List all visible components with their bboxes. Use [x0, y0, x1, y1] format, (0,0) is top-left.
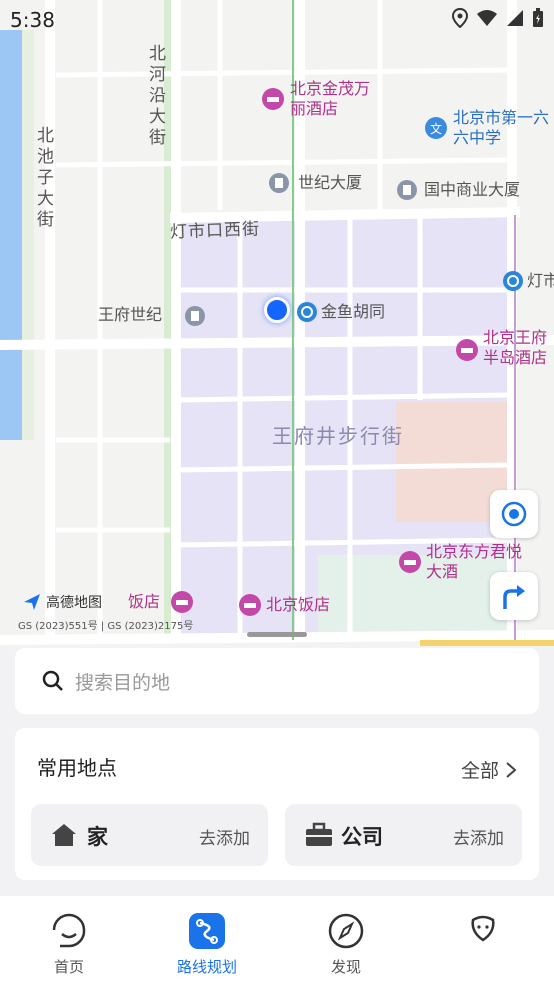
poi-label: 北京市第一六六中学: [453, 108, 550, 147]
tab-label: 发现: [330, 958, 361, 976]
map-copyright: GS (2023)551号 | GS (2023)2175号: [18, 621, 194, 632]
status-time: 5:38: [10, 8, 55, 32]
view-all-button[interactable]: 全部: [461, 756, 517, 783]
frequent-places-card: 常用地点 全部 家 去添加 公司 去添加: [15, 728, 539, 880]
status-bar: 5:38: [0, 0, 554, 40]
frequent-places-title: 常用地点: [37, 756, 117, 780]
hotel-pin-icon: [171, 591, 193, 613]
hotel-pin-icon: [239, 594, 261, 616]
poi-label: 世纪大厦: [298, 173, 363, 192]
subway-pin-icon: [297, 302, 317, 322]
view-all-label: 全部: [460, 760, 499, 782]
sheet-drag-handle[interactable]: [247, 632, 307, 637]
subway-pin-icon: [503, 271, 523, 291]
company-shortcut[interactable]: 公司 去添加: [285, 804, 522, 866]
logo-text: 高德地图: [46, 595, 102, 611]
locate-icon: [501, 501, 527, 527]
status-icons: [452, 8, 544, 28]
home-shortcut[interactable]: 家 去添加: [31, 804, 268, 866]
poi-label: 北京金茂万丽酒店: [290, 79, 371, 118]
search-placeholder: 搜索目的地: [75, 671, 171, 694]
tab-discover[interactable]: 发现: [291, 896, 401, 984]
tab-home[interactable]: 首页: [14, 896, 124, 984]
bottom-tab-bar: 首页 路线规划 发现: [0, 896, 554, 984]
home-label: 家: [87, 825, 108, 849]
street-label-beichizi: 北池子大街: [33, 126, 53, 231]
search-icon: [42, 670, 63, 691]
company-add-label: 去添加: [453, 829, 504, 849]
briefcase-icon: [306, 822, 332, 846]
home-smile-icon: [52, 913, 86, 948]
poi-label: 饭店: [128, 592, 161, 611]
company-label: 公司: [341, 825, 383, 849]
tab-profile[interactable]: [428, 896, 538, 984]
hotel-pin-icon: [399, 551, 421, 573]
poi-label: 灯市: [527, 271, 554, 290]
tab-label: 路线规划: [176, 958, 237, 976]
map-logo: 高德地图: [22, 592, 102, 612]
tab-route-planning[interactable]: 路线规划: [152, 896, 262, 984]
bottom-sheet: 搜索目的地 常用地点 全部 家 去添加 公司 去添加: [0, 648, 554, 896]
route-arrow-icon: [503, 585, 525, 609]
signal-icon: [507, 10, 523, 26]
building-pin-icon: [185, 306, 205, 326]
street-label-beiheyan: 北河沿大街: [145, 44, 165, 149]
district-label: 王府井步行街: [272, 424, 404, 448]
locate-me-button[interactable]: [490, 490, 538, 538]
route-plan-icon: [189, 913, 225, 949]
school-pin-icon: 文: [425, 117, 447, 139]
tab-label: 首页: [53, 958, 84, 976]
search-bar[interactable]: 搜索目的地: [15, 648, 539, 714]
battery-icon: [533, 8, 543, 27]
hotel-pin-icon: [456, 339, 478, 361]
route-button[interactable]: [490, 572, 538, 620]
map-view[interactable]: 5:38 北河沿大街 北池子大街 灯市口西街 王府井步行街 北京金茂万丽酒店 文…: [0, 0, 554, 700]
street-label-dengshikou: 灯市口西街: [169, 219, 261, 243]
home-icon: [52, 824, 76, 846]
home-add-label: 去添加: [199, 829, 250, 849]
amap-logo-icon: [24, 594, 40, 610]
hotel-pin-icon: [262, 88, 284, 110]
poi-label: 国中商业大厦: [424, 180, 521, 199]
profile-face-icon: [471, 915, 495, 942]
wifi-icon: [477, 10, 497, 26]
poi-label: 北京饭店: [266, 595, 331, 614]
svg-text:文: 文: [430, 121, 442, 136]
current-location-marker: [264, 297, 290, 323]
building-pin-icon: [397, 180, 417, 200]
poi-label: 王府世纪: [98, 305, 163, 324]
poi-label: 金鱼胡同: [321, 302, 386, 321]
chevron-right-icon: [506, 761, 517, 778]
building-pin-icon: [269, 173, 289, 193]
poi-label: 北京王府半岛酒店: [483, 328, 548, 367]
compass-icon: [328, 913, 364, 949]
location-icon: [452, 8, 468, 28]
